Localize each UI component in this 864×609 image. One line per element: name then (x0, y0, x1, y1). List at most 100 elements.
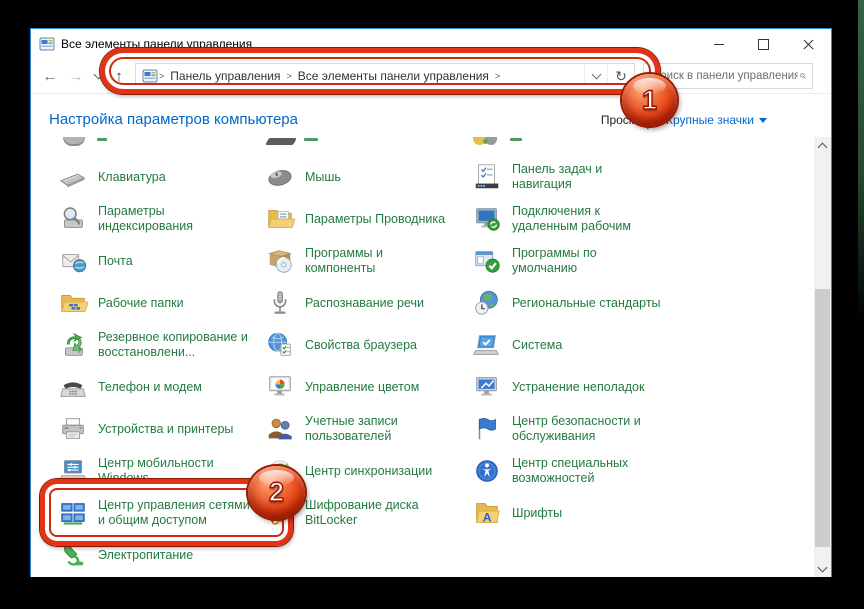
cp-item-label: Параметры индексирования (98, 204, 193, 234)
window-title: Все элементы панели управления (61, 37, 696, 51)
view-by-dropdown[interactable]: Крупные значки (666, 113, 767, 127)
cp-item-label: Резервное копирование и восстановлени... (98, 330, 248, 360)
cp-item-label: Программы и компоненты (305, 246, 383, 276)
cp-item-label: Свойства браузера (305, 338, 417, 353)
control-panel-grid: Клавиатура Мышь Панель задач и навигация… (58, 156, 831, 576)
cp-item-ease-of-access[interactable]: Центр специальных возможностей (472, 450, 679, 492)
work-folders-icon (58, 288, 88, 318)
cp-item-system[interactable]: Система (472, 324, 679, 366)
address-dropdown-button[interactable] (584, 64, 607, 88)
cp-item-label: Центр синхронизации (305, 464, 432, 479)
back-button[interactable]: ← (37, 63, 63, 89)
cp-item-speech-recognition[interactable]: Распознавание речи (265, 282, 472, 324)
cp-item-mail[interactable]: Почта (58, 240, 265, 282)
cp-item-label: Система (512, 338, 562, 353)
close-icon (803, 39, 814, 50)
device-fragment (265, 138, 297, 145)
vertical-scrollbar[interactable] (814, 137, 831, 577)
maximize-icon (758, 39, 769, 50)
cp-item-mouse[interactable]: Мышь (265, 156, 472, 198)
step-2-badge: 2 (248, 466, 305, 519)
fonts-icon: A (472, 498, 502, 528)
internet-options-icon (265, 330, 295, 360)
cp-item-user-accounts[interactable]: Учетные записи пользователей (265, 408, 472, 450)
cp-item-indexing-options[interactable]: Параметры индексирования (58, 198, 265, 240)
backup-restore-icon (58, 330, 88, 360)
cp-item-default-programs[interactable]: Программы по умолчанию (472, 240, 679, 282)
breadcrumb-control-panel[interactable]: Панель управления (165, 69, 285, 83)
clipped-text-fragment (97, 138, 107, 141)
address-bar[interactable]: > Панель управления > Все элементы панел… (135, 63, 635, 89)
cp-item-fonts[interactable]: A Шрифты (472, 492, 679, 534)
control-panel-window: Все элементы панели управления ← → ↑ > П… (30, 28, 832, 577)
breadcrumb-all-items[interactable]: Все элементы панели управления (293, 69, 494, 83)
cp-item-label: Центр управления сетями и общим доступом (98, 498, 250, 528)
cp-item-label: Центр безопасности и обслуживания (512, 414, 641, 444)
search-input[interactable] (650, 69, 800, 83)
scroll-down-button[interactable] (814, 560, 831, 577)
taskbar-icon (472, 162, 502, 192)
cp-item-mobility-center[interactable]: Центр мобильности Windows (58, 450, 265, 492)
search-icon[interactable] (800, 69, 806, 83)
cp-item-label: Электропитание (98, 548, 193, 563)
mail-icon (58, 246, 88, 276)
cp-item-phone-modem[interactable]: Телефон и модем (58, 366, 265, 408)
cp-item-label: Устройства и принтеры (98, 422, 233, 437)
cp-item-label: Управление цветом (305, 380, 419, 395)
cp-item-label: Параметры Проводника (305, 212, 445, 227)
control-panel-icon (39, 36, 55, 52)
indexing-options-icon (58, 204, 88, 234)
minimize-icon (714, 44, 724, 45)
cp-item-backup-restore[interactable]: Резервное копирование и восстановлени... (58, 324, 265, 366)
step-1-number: 1 (642, 85, 657, 116)
system-icon (472, 330, 502, 360)
cp-item-troubleshooting[interactable]: Устранение неполадок (472, 366, 679, 408)
network-sharing-icon (58, 498, 88, 528)
cp-item-label: Шрифты (512, 506, 562, 521)
items-area: Клавиатура Мышь Панель задач и навигация… (31, 137, 831, 577)
scrollbar-thumb[interactable] (815, 289, 830, 547)
cp-item-explorer-options[interactable]: Параметры Проводника (265, 198, 472, 240)
screenshot-stage: Все элементы панели управления ← → ↑ > П… (0, 0, 864, 609)
desktop-background-strip (858, 0, 864, 320)
cp-item-label: Региональные стандарты (512, 296, 661, 311)
cp-item-network-sharing-center[interactable]: Центр управления сетями и общим доступом (58, 492, 265, 534)
cp-item-color-management[interactable]: Управление цветом (265, 366, 472, 408)
cp-item-security-maintenance[interactable]: Центр безопасности и обслуживания (472, 408, 679, 450)
mouse-icon (265, 162, 295, 192)
page-title: Настройка параметров компьютера (49, 111, 298, 128)
cp-item-programs-features[interactable]: Программы и компоненты (265, 240, 472, 282)
region-icon (472, 288, 502, 318)
maximize-button[interactable] (741, 30, 786, 59)
cp-item-remote-desktop[interactable]: Подключения к удаленным рабочим (472, 198, 679, 240)
up-button[interactable]: ↑ (107, 63, 131, 89)
cp-item-taskbar-navigation[interactable]: Панель задач и навигация (472, 156, 679, 198)
cp-item-power-options[interactable]: Электропитание (58, 534, 265, 576)
cp-item-label: Шифрование диска BitLocker (305, 498, 419, 528)
scroll-up-button[interactable] (814, 137, 831, 154)
cp-item-label: Учетные записи пользователей (305, 414, 398, 444)
mobility-center-icon (58, 456, 88, 486)
page-header: Настройка параметров компьютера Просмотр… (31, 94, 831, 137)
cp-item-work-folders[interactable]: Рабочие папки (58, 282, 265, 324)
forward-button[interactable]: → (63, 63, 89, 89)
chevron-down-icon (591, 70, 601, 80)
color-management-icon (265, 372, 295, 402)
cp-item-devices-printers[interactable]: Устройства и принтеры (58, 408, 265, 450)
history-dropdown-button[interactable] (89, 63, 107, 89)
keyboard-icon (58, 162, 88, 192)
homegroup-fragment (483, 139, 488, 144)
cp-item-internet-options[interactable]: Свойства браузера (265, 324, 472, 366)
cp-item-region[interactable]: Региональные стандарты (472, 282, 679, 324)
minimize-button[interactable] (696, 30, 741, 59)
chevron-up-icon (818, 142, 828, 152)
explorer-options-icon (265, 204, 295, 234)
cp-item-label: Подключения к удаленным рабочим (512, 204, 631, 234)
close-button[interactable] (786, 30, 831, 59)
step-2-number: 2 (269, 477, 284, 508)
breadcrumb-separator: > (158, 71, 165, 81)
chevron-down-icon (818, 562, 828, 572)
programs-features-icon (265, 246, 295, 276)
caret-down-icon (759, 118, 767, 123)
cp-item-keyboard[interactable]: Клавиатура (58, 156, 265, 198)
